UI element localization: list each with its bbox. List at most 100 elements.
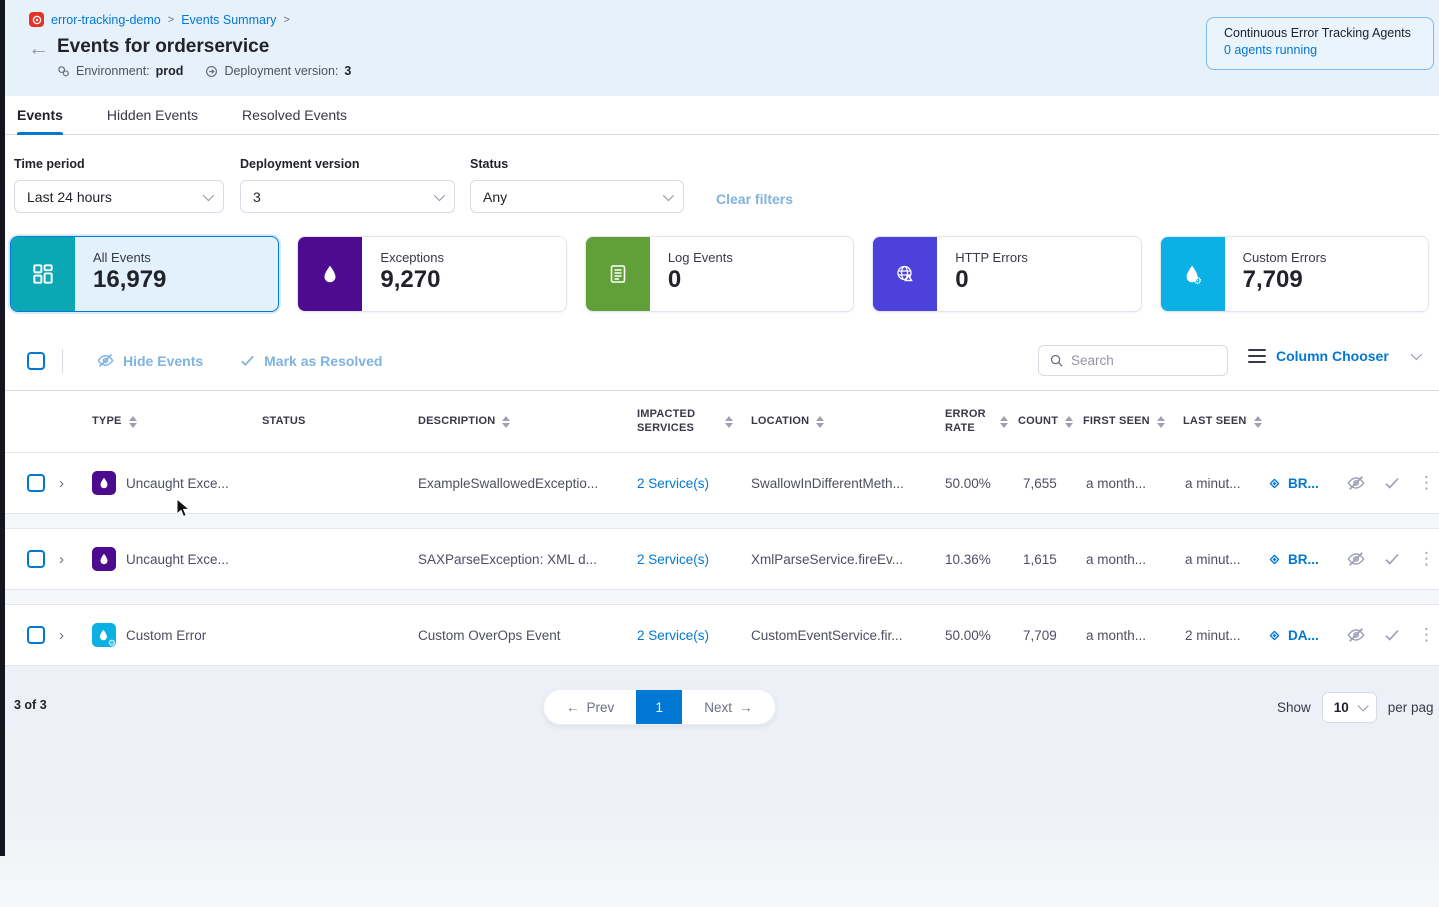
- agents-running-link[interactable]: 0 agents running: [1224, 43, 1433, 57]
- log-events-card[interactable]: Log Events 0: [585, 236, 854, 312]
- tab-resolved-events[interactable]: Resolved Events: [242, 96, 347, 134]
- chevron-down-icon: [663, 189, 674, 200]
- error-rate: 10.36%: [930, 552, 1010, 567]
- resolve-event-icon[interactable]: [1383, 474, 1401, 492]
- environment-meta: Environment: prod: [57, 64, 183, 78]
- ticket-link[interactable]: BR...: [1250, 476, 1320, 491]
- search-input[interactable]: [1071, 353, 1201, 368]
- breadcrumb-events-summary-link[interactable]: Events Summary: [181, 13, 276, 27]
- row-menu-icon[interactable]: ⋮: [1418, 554, 1435, 564]
- column-header-status[interactable]: Status: [244, 415, 414, 429]
- custom-errors-card[interactable]: ⚙ Custom Errors 7,709: [1160, 236, 1429, 312]
- expand-chevron-icon[interactable]: ›: [50, 475, 84, 492]
- sort-icon[interactable]: [1157, 416, 1165, 428]
- row-menu-icon[interactable]: ⋮: [1418, 630, 1435, 640]
- resolve-event-icon[interactable]: [1383, 550, 1401, 568]
- tab-hidden-events[interactable]: Hidden Events: [107, 96, 198, 134]
- status-select[interactable]: Any: [470, 180, 684, 213]
- prev-page-button[interactable]: ← Prev: [544, 690, 636, 724]
- expand-chevron-icon[interactable]: ›: [50, 551, 84, 568]
- page-size-select[interactable]: 10: [1322, 692, 1377, 723]
- hide-events-button[interactable]: Hide Events: [96, 351, 203, 370]
- clear-filters-button[interactable]: Clear filters: [716, 191, 793, 207]
- arrow-right-icon: →: [739, 700, 753, 715]
- event-count: 7,655: [1010, 476, 1065, 491]
- sort-icon[interactable]: [816, 416, 824, 428]
- stat-cards-row: All Events 16,979 Exceptions 9,270 Log E…: [0, 236, 1439, 312]
- document-icon: [586, 237, 650, 311]
- select-all-checkbox[interactable]: [27, 352, 45, 370]
- event-row[interactable]: › Uncaught Exce... SAXParseException: XM…: [0, 528, 1439, 590]
- last-seen: 2 minut...: [1165, 628, 1250, 643]
- exception-type-icon: [92, 547, 116, 571]
- time-period-select[interactable]: Last 24 hours: [14, 180, 224, 213]
- agents-callout: Continuous Error Tracking Agents 0 agent…: [1206, 17, 1434, 70]
- sort-icon[interactable]: [725, 416, 733, 428]
- column-header-last-seen[interactable]: Last Seen: [1165, 415, 1250, 429]
- time-period-filter: Time period Last 24 hours: [14, 157, 224, 213]
- column-header-count[interactable]: Count: [1010, 415, 1065, 429]
- chevron-down-icon: [434, 189, 445, 200]
- impacted-services-link[interactable]: 2 Service(s): [625, 628, 735, 643]
- column-header-error-rate[interactable]: ErrorRate: [930, 408, 1010, 436]
- sort-icon[interactable]: [129, 416, 137, 428]
- mark-resolved-button[interactable]: Mark as Resolved: [239, 352, 382, 369]
- tab-bar: Events Hidden Events Resolved Events: [0, 96, 1439, 135]
- impacted-services-link[interactable]: 2 Service(s): [625, 552, 735, 567]
- flame-gear-icon: ⚙: [1161, 237, 1225, 311]
- event-row[interactable]: › ⚙ Custom Error Custom OverOps Event 2 …: [0, 604, 1439, 666]
- page-number-button[interactable]: 1: [636, 689, 682, 725]
- status-filter: Status Any: [470, 157, 684, 213]
- back-arrow-icon[interactable]: ←: [28, 38, 49, 59]
- row-checkbox[interactable]: [27, 550, 45, 568]
- http-errors-value: 0: [955, 266, 1028, 294]
- tab-events[interactable]: Events: [17, 96, 63, 134]
- all-events-card[interactable]: All Events 16,979: [10, 236, 279, 312]
- diamond-icon: [1267, 628, 1282, 643]
- row-menu-icon[interactable]: ⋮: [1418, 478, 1435, 488]
- column-header-type[interactable]: Type: [84, 415, 244, 429]
- hide-event-icon[interactable]: [1346, 625, 1366, 645]
- event-row[interactable]: › Uncaught Exce... ExampleSwallowedExcep…: [0, 452, 1439, 514]
- resolve-event-icon[interactable]: [1383, 626, 1401, 644]
- search-box: [1038, 345, 1228, 376]
- error-rate: 50.00%: [930, 628, 1010, 643]
- column-header-description[interactable]: Description: [414, 415, 625, 429]
- row-checkbox[interactable]: [27, 474, 45, 492]
- diamond-icon: [1267, 552, 1282, 567]
- hide-event-icon[interactable]: [1346, 549, 1366, 569]
- expand-chevron-icon[interactable]: ›: [50, 627, 84, 644]
- agents-callout-title: Continuous Error Tracking Agents: [1224, 26, 1433, 40]
- deployment-version-select[interactable]: 3: [240, 180, 455, 213]
- diamond-icon: [1267, 476, 1282, 491]
- http-errors-card[interactable]: HTTP Errors 0: [872, 236, 1141, 312]
- error-tracking-events-page: error-tracking-demo > Events Summary > ←…: [0, 0, 1439, 907]
- hide-event-icon[interactable]: [1346, 473, 1366, 493]
- status-value: Any: [483, 189, 507, 205]
- impacted-services-link[interactable]: 2 Service(s): [625, 476, 735, 491]
- ticket-link[interactable]: DA...: [1250, 628, 1320, 643]
- event-description: ExampleSwallowedExceptio...: [414, 476, 625, 491]
- deployment-version-icon: [205, 65, 218, 78]
- event-location: SwallowInDifferentMeth...: [735, 476, 930, 491]
- column-chooser-button[interactable]: Column Chooser: [1248, 348, 1419, 364]
- row-checkbox[interactable]: [27, 626, 45, 644]
- column-header-first-seen[interactable]: First Seen: [1065, 415, 1165, 429]
- sort-icon[interactable]: [1254, 416, 1262, 428]
- ticket-link[interactable]: BR...: [1250, 552, 1320, 567]
- deployment-version-filter: Deployment version 3: [240, 157, 455, 213]
- deployment-value: 3: [344, 64, 351, 78]
- all-events-label: All Events: [93, 250, 166, 265]
- column-header-location[interactable]: Location: [735, 415, 930, 429]
- sort-icon[interactable]: [1000, 416, 1008, 428]
- sort-icon[interactable]: [502, 416, 510, 428]
- grid-icon: [11, 237, 75, 311]
- event-description: Custom OverOps Event: [414, 628, 625, 643]
- row-count-label: 3 of 3: [14, 698, 47, 712]
- eye-off-icon: [96, 351, 115, 370]
- next-page-button[interactable]: Next →: [682, 690, 774, 724]
- exceptions-card[interactable]: Exceptions 9,270: [297, 236, 566, 312]
- mark-resolved-label: Mark as Resolved: [264, 353, 382, 369]
- column-header-impacted-services[interactable]: ImpactedServices: [625, 408, 735, 436]
- breadcrumb-project-link[interactable]: error-tracking-demo: [51, 13, 161, 27]
